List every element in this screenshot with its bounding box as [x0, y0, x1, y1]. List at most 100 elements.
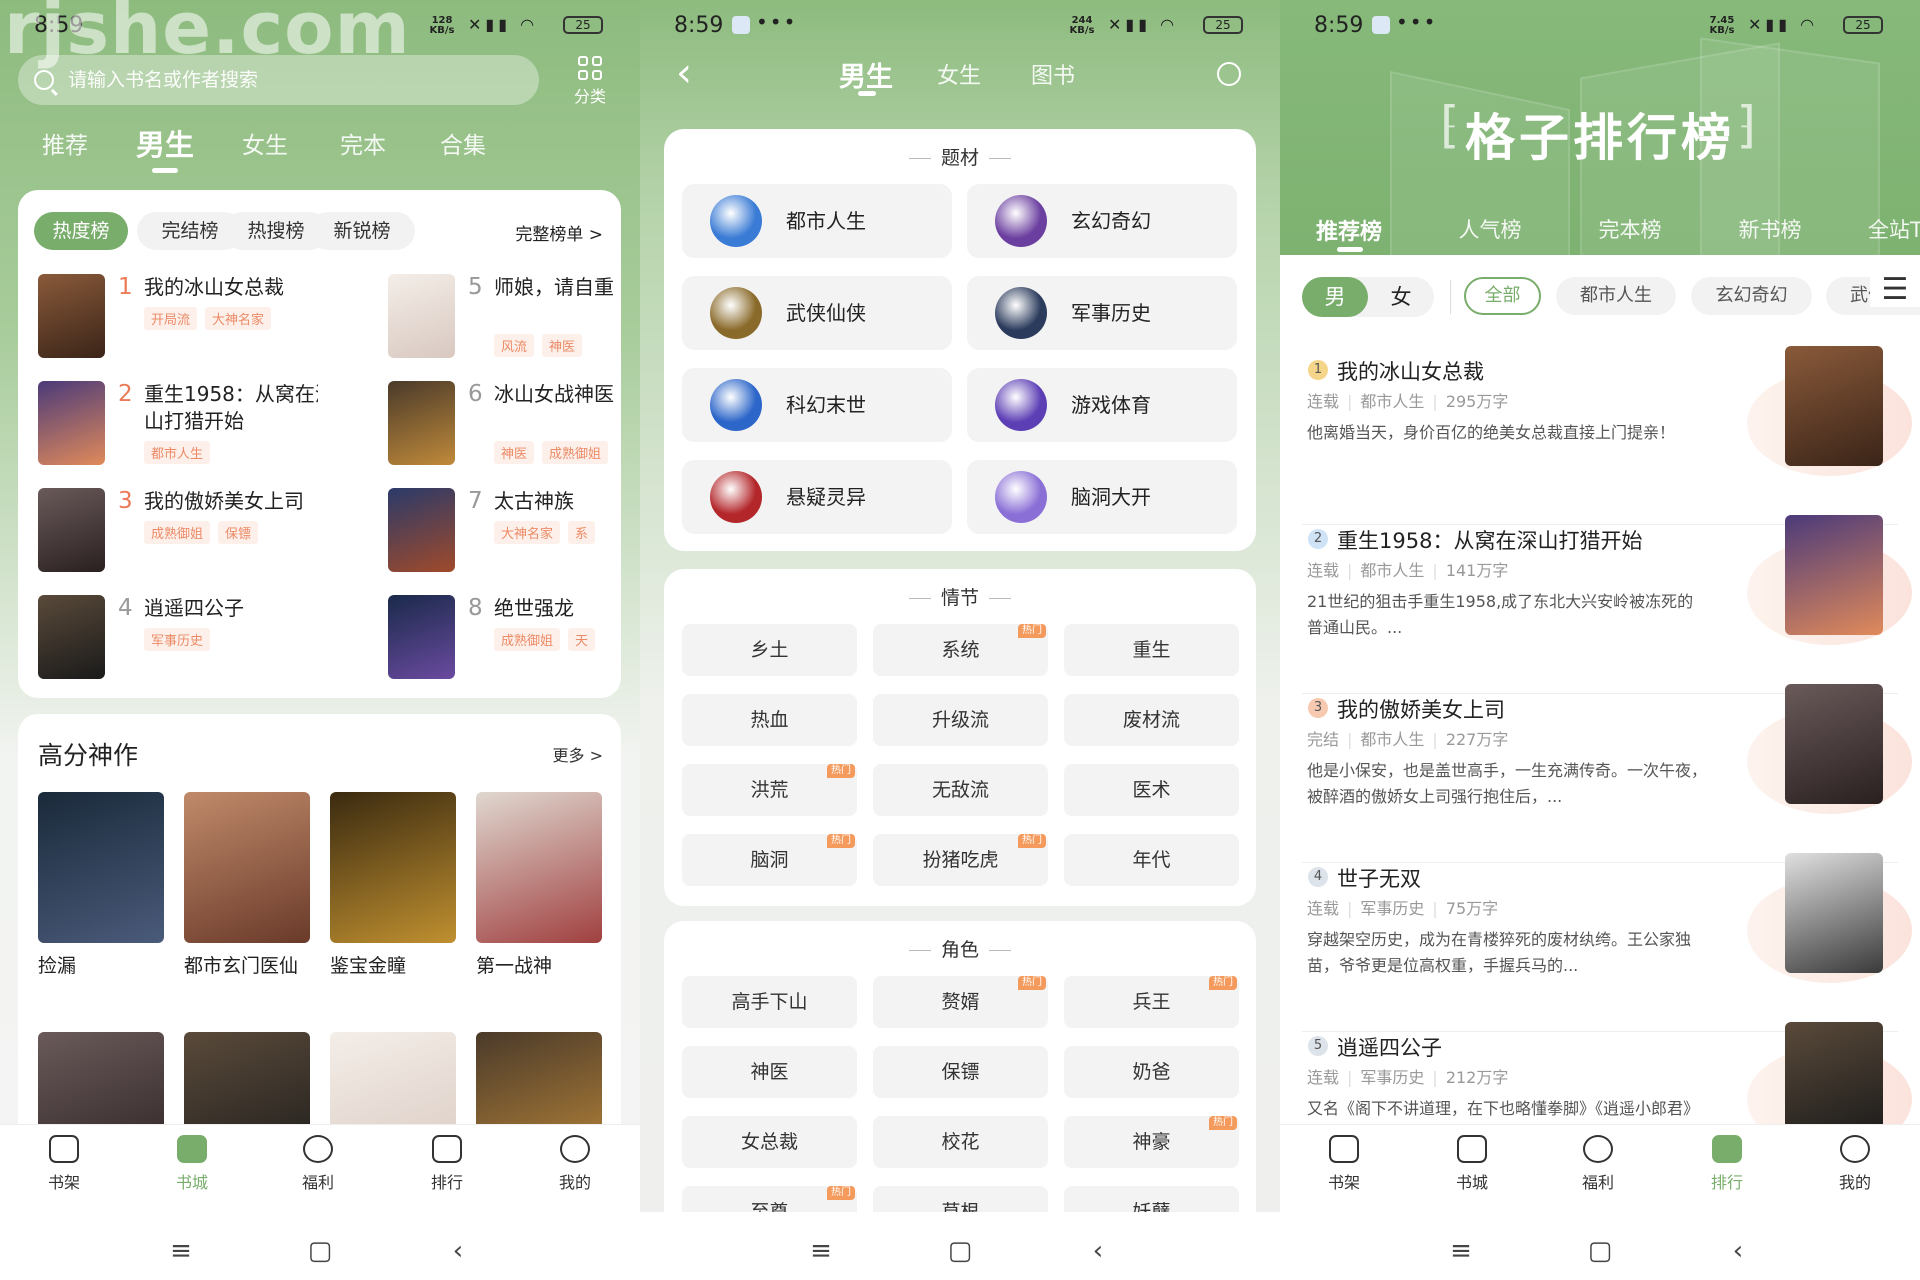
ranking-item[interactable]: 3 我的傲娇美女上司 成熟御姐 保镖 [38, 488, 318, 578]
tag-item[interactable]: 年代 [1064, 834, 1239, 886]
home-icon[interactable]: ▢ [948, 1236, 973, 1266]
tag-item[interactable]: 校花 [873, 1116, 1048, 1168]
menu-icon[interactable]: ≡ [1450, 1236, 1472, 1266]
nav-profile[interactable]: 我的 [545, 1135, 605, 1193]
tab-1[interactable]: 人气榜 [1459, 214, 1522, 244]
menu-icon[interactable]: ≡ [810, 1236, 832, 1266]
genre-item[interactable]: 军事历史 [967, 276, 1237, 350]
tag-item[interactable]: 赘婿 热门 [873, 976, 1048, 1028]
tag-item[interactable]: 兵王 热门 [1064, 976, 1239, 1028]
tag-item[interactable]: 系统 热门 [873, 624, 1048, 676]
search-icon[interactable] [1217, 62, 1241, 86]
more-link[interactable]: 更多 > [553, 742, 604, 766]
tab-0[interactable]: 推荐 [42, 126, 88, 160]
nav-store[interactable]: 书城 [162, 1135, 222, 1193]
back-icon[interactable]: ‹ [1733, 1236, 1743, 1266]
tag-item[interactable]: 女总裁 [682, 1116, 857, 1168]
tab-2[interactable]: 完本榜 [1599, 214, 1662, 244]
tab-4[interactable]: 合集 [440, 126, 486, 160]
ranking-list-item[interactable]: 4 世子无双 连载 | 军事历史 | 75万字 穿越架空历史，成为在青楼猝死的废材纨绔。王公家… [1302, 853, 1912, 1032]
ranking-item[interactable]: 7 太古神族 大神名家系 [388, 488, 618, 578]
ranking-item[interactable]: 2 重生1958：从窝在深山打猎开始 都市人生 [38, 381, 318, 471]
ranking-item[interactable]: 8 绝世强龙 成熟御姐天 [388, 595, 618, 685]
tag-item[interactable]: 重生 [1064, 624, 1239, 676]
tag-item[interactable]: 高手下山 [682, 976, 857, 1028]
genre-item[interactable]: 都市人生 [682, 184, 952, 258]
book-title[interactable]: 都市玄门医仙 [184, 954, 310, 979]
tag-item[interactable]: 神医 [682, 1046, 857, 1098]
menu-icon[interactable]: ≡ [170, 1236, 192, 1266]
tab-0[interactable]: 男生 [839, 55, 893, 94]
nav-gift[interactable]: 福利 [288, 1135, 348, 1193]
gender-1[interactable]: 女 [1368, 277, 1434, 317]
nav-ranking[interactable]: 排行 [1697, 1135, 1757, 1193]
ranking-item[interactable]: 1 我的冰山女总裁 开局流 大神名家 [38, 274, 318, 364]
tab-3[interactable]: 完本 [340, 126, 386, 160]
genre-item[interactable]: 脑洞大开 [967, 460, 1237, 534]
genre-item[interactable]: 武侠仙侠 [682, 276, 952, 350]
home-icon[interactable]: ▢ [1588, 1236, 1613, 1266]
tab-1[interactable]: 男生 [136, 122, 194, 164]
book-cover[interactable] [184, 792, 310, 943]
book-title[interactable]: 捡漏 [38, 954, 164, 979]
filter-pill[interactable]: 全部 [1464, 277, 1541, 315]
genre-item[interactable]: 悬疑灵异 [682, 460, 952, 534]
genre-item[interactable]: 游戏体育 [967, 368, 1237, 442]
ranking-list-item[interactable]: 2 重生1958：从窝在深山打猎开始 连载 | 都市人生 | 141万字 21世纪的狙击手重生… [1302, 515, 1912, 694]
tag-item[interactable]: 奶爸 [1064, 1046, 1239, 1098]
chart-pill[interactable]: 热度榜 [34, 212, 128, 250]
tag-item[interactable]: 洪荒 热门 [682, 764, 857, 816]
tab-2[interactable]: 图书 [1031, 58, 1075, 90]
nav-ranking[interactable]: 排行 [417, 1135, 477, 1193]
book-cover[interactable] [476, 792, 602, 943]
tab-4[interactable]: 全站TOP [1868, 214, 1920, 244]
menu-icon[interactable]: ☰ [1870, 272, 1920, 307]
full-list-link[interactable]: 完整榜单 > [515, 220, 603, 245]
nav-gift[interactable]: 福利 [1568, 1135, 1628, 1193]
book-cover[interactable] [38, 792, 164, 943]
tag-item[interactable]: 扮猪吃虎 热门 [873, 834, 1048, 886]
ranking-list-item[interactable]: 3 我的傲娇美女上司 完结 | 都市人生 | 227万字 他是小保安，也是盖世高手，一生充满传… [1302, 684, 1912, 863]
back-icon[interactable]: ‹ [1093, 1236, 1103, 1266]
home-icon[interactable]: ▢ [308, 1236, 333, 1266]
rank-number: 2 [118, 381, 133, 407]
nav-store[interactable]: 书城 [1442, 1135, 1502, 1193]
nav-bookshelf[interactable]: 书架 [34, 1135, 94, 1193]
gender-0[interactable]: 男 [1302, 277, 1368, 317]
ranking-item[interactable]: 6 冰山女战神医 神医 成熟御姐 [388, 381, 618, 471]
tab-0[interactable]: 推荐榜 [1316, 214, 1382, 246]
genre-item[interactable]: 玄幻奇幻 [967, 184, 1237, 258]
filter-pill[interactable]: 都市人生 [1556, 277, 1676, 315]
book-title[interactable]: 第一战神 [476, 954, 602, 979]
meta-status: 连载 [1307, 561, 1340, 580]
tag-item[interactable]: 废材流 [1064, 694, 1239, 746]
tag-item[interactable]: 神豪 热门 [1064, 1116, 1239, 1168]
ranking-list-item[interactable]: 1 我的冰山女总裁 连载 | 都市人生 | 295万字 他离婚当天，身价百亿的绝美女总裁直接上… [1302, 346, 1912, 525]
tag-item[interactable]: 脑洞 热门 [682, 834, 857, 886]
tag-item[interactable]: 乡土 [682, 624, 857, 676]
tag-item[interactable]: 医术 [1064, 764, 1239, 816]
category-button[interactable]: 分类 [568, 56, 612, 107]
back-icon[interactable]: ‹ [676, 50, 692, 96]
ranking-item[interactable]: 4 逍遥四公子 军事历史 [38, 595, 318, 685]
tag: 天 [568, 628, 596, 651]
nav-profile[interactable]: 我的 [1825, 1135, 1885, 1193]
book-title[interactable]: 鉴宝金瞳 [330, 954, 456, 979]
tab-2[interactable]: 女生 [242, 126, 288, 160]
rank-number: 1 [118, 274, 133, 300]
tag: 军事历史 [144, 628, 211, 651]
tag-item[interactable]: 升级流 [873, 694, 1048, 746]
book-cover[interactable] [330, 792, 456, 943]
chart-pill[interactable]: 新锐榜 [309, 212, 415, 250]
back-icon[interactable]: ‹ [453, 1236, 463, 1266]
tab-1[interactable]: 女生 [937, 58, 981, 90]
filter-pill[interactable]: 玄幻奇幻 [1691, 277, 1812, 315]
tag-item[interactable]: 热血 [682, 694, 857, 746]
genre-item[interactable]: 科幻末世 [682, 368, 952, 442]
nav-bookshelf[interactable]: 书架 [1314, 1135, 1374, 1193]
tab-3[interactable]: 新书榜 [1739, 214, 1802, 244]
tag-item[interactable]: 保镖 [873, 1046, 1048, 1098]
tag-item[interactable]: 无敌流 [873, 764, 1048, 816]
ranking-item[interactable]: 5 师娘，请自重 风流 神医 [388, 274, 618, 364]
book-cover [1785, 853, 1883, 973]
